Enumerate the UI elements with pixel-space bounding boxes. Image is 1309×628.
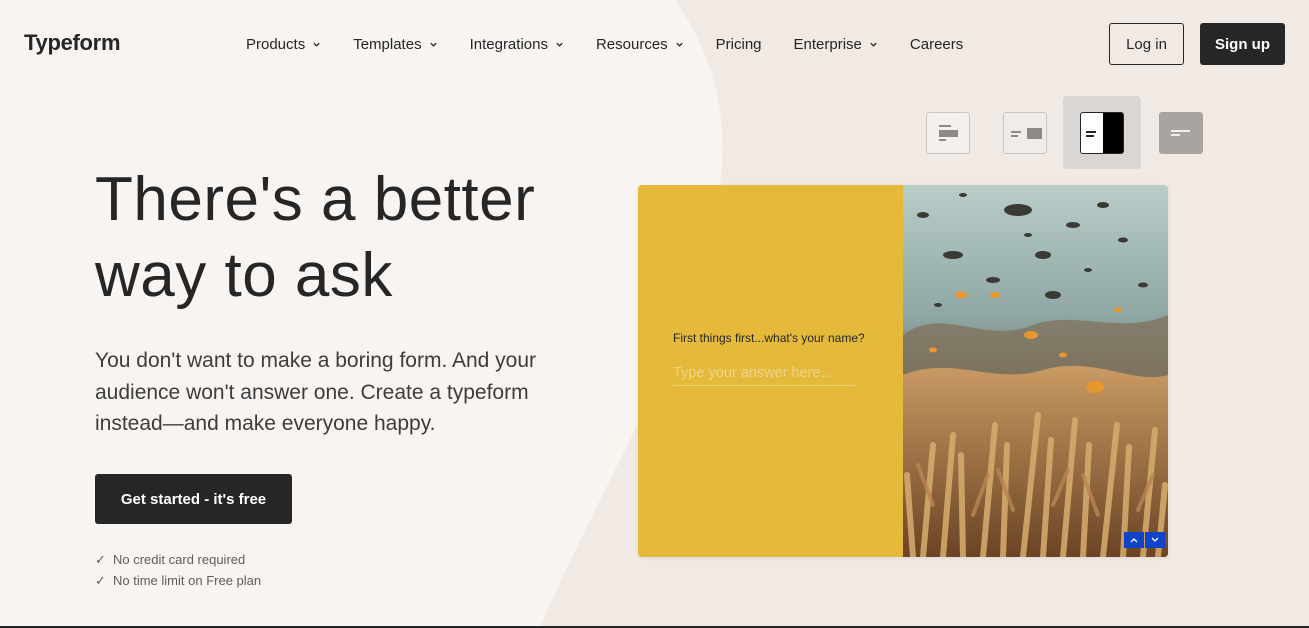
signup-button[interactable]: Sign up <box>1200 23 1285 65</box>
menu-item-integrations[interactable]: Integrations <box>470 34 564 54</box>
main-menu: Products Templates Integrations Resource… <box>246 34 995 54</box>
chevron-down-icon <box>556 42 563 47</box>
feature-checklist: ✓ No credit card required ✓ No time limi… <box>95 549 261 591</box>
hero-section: There's a better way to ask You don't wa… <box>95 162 615 440</box>
top-navigation: Typeform Products Templates Integrations… <box>0 0 1309 88</box>
form-question-panel: First things first...what's your name? <box>638 185 903 557</box>
next-question-button[interactable] <box>1145 532 1165 548</box>
check-item-label: No time limit on Free plan <box>113 573 262 588</box>
check-icon: ✓ <box>95 572 106 588</box>
layout-stack-icon <box>939 125 958 141</box>
hero-headline: There's a better way to ask <box>95 162 615 314</box>
chevron-down-icon <box>429 42 437 47</box>
form-preview: First things first...what's your name? <box>638 185 1168 557</box>
layout-wallpaper-icon <box>1171 130 1190 136</box>
coral-reef-image <box>903 185 1168 557</box>
headline-line-2: way to ask <box>95 241 393 310</box>
answer-input[interactable] <box>673 360 855 386</box>
chevron-down-icon <box>870 42 877 47</box>
chevron-down-icon <box>676 42 683 47</box>
menu-item-enterprise[interactable]: Enterprise <box>794 34 878 54</box>
menu-item-label: Enterprise <box>793 35 862 53</box>
layout-side-icon <box>1011 128 1042 139</box>
menu-item-label: Resources <box>595 35 668 53</box>
menu-item-label: Careers <box>909 35 964 53</box>
headline-line-1: There's a better <box>95 165 536 234</box>
menu-item-products[interactable]: Products <box>246 34 321 54</box>
menu-item-label: Integrations <box>469 35 548 53</box>
reef-illustration <box>903 185 1168 557</box>
hero-subtext: You don't want to make a boring form. An… <box>95 349 536 435</box>
menu-item-careers[interactable]: Careers <box>910 34 963 54</box>
check-item-label: No credit card required <box>113 552 246 567</box>
typeform-logo[interactable]: Typeform <box>24 30 121 56</box>
layout-wallpaper-button[interactable] <box>1159 112 1203 154</box>
login-button[interactable]: Log in <box>1109 23 1184 65</box>
layout-split-button[interactable] <box>1080 112 1124 154</box>
get-started-button[interactable]: Get started - it's free <box>95 474 292 524</box>
menu-item-label: Templates <box>353 35 422 53</box>
chevron-up-icon <box>1130 538 1138 543</box>
check-item: ✓ No time limit on Free plan <box>95 570 261 591</box>
layout-split-selected <box>1063 96 1141 169</box>
layout-side-button[interactable] <box>1003 112 1047 154</box>
check-item: ✓ No credit card required <box>95 549 261 570</box>
layout-split-icon <box>1086 113 1123 153</box>
menu-item-pricing[interactable]: Pricing <box>716 34 762 54</box>
form-nav-arrows <box>1124 532 1166 548</box>
check-icon: ✓ <box>95 551 106 567</box>
menu-item-label: Products <box>246 35 306 53</box>
chevron-down-icon <box>1151 537 1159 542</box>
menu-item-resources[interactable]: Resources <box>596 34 684 54</box>
chevron-down-icon <box>313 42 320 47</box>
menu-item-label: Pricing <box>715 35 762 53</box>
prev-question-button[interactable] <box>1124 532 1144 548</box>
menu-item-templates[interactable]: Templates <box>353 34 437 54</box>
form-question: First things first...what's your name? <box>673 331 865 345</box>
layout-stack-button[interactable] <box>926 112 970 154</box>
